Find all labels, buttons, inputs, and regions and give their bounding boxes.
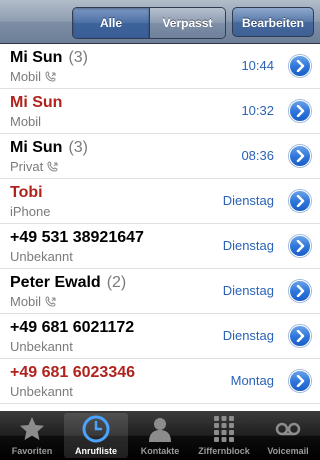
- caller-name: Mi Sun: [10, 94, 62, 112]
- call-type: Unbekannt: [10, 339, 73, 354]
- call-time: Dienstag: [222, 238, 274, 253]
- call-type: Privat: [10, 159, 59, 174]
- caller-name-text: Mi Sun: [10, 139, 63, 156]
- call-type-label: Privat: [10, 159, 44, 174]
- clock-icon: [81, 414, 111, 444]
- tab-voicemail[interactable]: Voicemail: [256, 411, 320, 460]
- call-type: Unbekannt: [10, 249, 73, 264]
- call-type: Mobil: [10, 69, 57, 84]
- caller-name-text: +49 681 6023346: [10, 364, 136, 381]
- call-row[interactable]: Tobi iPhone Dienstag: [0, 179, 320, 224]
- caller-name-text: Mi Sun: [10, 49, 63, 66]
- caller-name-text: Tobi: [10, 184, 43, 201]
- contact-icon: [145, 414, 175, 444]
- tab-clock[interactable]: Anrufliste: [64, 413, 128, 458]
- caller-name: +49 681 6023346: [10, 364, 135, 382]
- detail-disclosure-button[interactable]: [289, 100, 311, 122]
- tab-label: Favoriten: [11, 446, 53, 456]
- call-count: (2): [106, 274, 127, 291]
- call-type-label: Mobil: [10, 294, 42, 309]
- detail-disclosure-button[interactable]: [289, 370, 311, 392]
- call-type-label: Unbekannt: [10, 249, 73, 264]
- call-row[interactable]: Peter Ewald (2) Mobil Dienstag: [0, 269, 320, 314]
- tab-label: Voicemail: [267, 446, 309, 456]
- detail-disclosure-button[interactable]: [289, 145, 311, 167]
- recents-list[interactable]: Mi Sun (3) Mobil 10:44 Mi Sun Mobil 10:32 Mi Su…: [0, 44, 320, 411]
- tab-star[interactable]: Favoriten: [0, 411, 64, 460]
- call-count: (3): [68, 139, 88, 156]
- call-row[interactable]: +49 681 6023346: [0, 404, 320, 411]
- call-row[interactable]: +49 681 6023346 Unbekannt Montag: [0, 359, 320, 404]
- caller-name: Tobi: [10, 184, 43, 202]
- tab-label: Kontakte: [140, 446, 180, 456]
- call-type: iPhone: [10, 204, 50, 219]
- call-type-label: Unbekannt: [10, 384, 73, 399]
- segment-missed[interactable]: Verpasst: [149, 8, 225, 38]
- tab-bar: Favoriten Anrufliste Kontakte Ziffernblock V…: [0, 411, 320, 460]
- detail-disclosure-button[interactable]: [289, 190, 311, 212]
- call-type-label: iPhone: [10, 204, 51, 219]
- phone-icon: [45, 71, 56, 82]
- detail-disclosure-button[interactable]: [289, 280, 311, 302]
- voicemail-icon: [273, 414, 303, 444]
- caller-name: Mi Sun (3): [10, 139, 88, 157]
- caller-name-text: Peter Ewald: [10, 274, 101, 291]
- call-time: 08:36: [241, 148, 274, 163]
- tab-label: Anrufliste: [74, 446, 117, 456]
- call-time: Montag: [230, 373, 274, 388]
- phone-icon: [45, 296, 56, 307]
- call-row[interactable]: +49 531 38921647 Unbekannt Dienstag: [0, 224, 320, 269]
- call-row[interactable]: Mi Sun (3) Privat 08:36: [0, 134, 320, 179]
- caller-name-text: +49 531 38921647: [10, 229, 144, 246]
- call-type: Mobil: [10, 294, 57, 309]
- caller-name: Mi Sun (3): [10, 49, 88, 67]
- filter-segmented-control: Alle Verpasst: [72, 7, 226, 39]
- call-row[interactable]: +49 681 6021172 Unbekannt Dienstag: [0, 314, 320, 359]
- call-type-label: Unbekannt: [10, 339, 73, 354]
- call-count: (3): [68, 49, 88, 66]
- edit-button[interactable]: Bearbeiten: [232, 7, 314, 37]
- call-time: 10:32: [241, 103, 274, 118]
- call-time: Dienstag: [222, 328, 274, 343]
- navigation-bar: Alle Verpasst Bearbeiten: [0, 0, 320, 44]
- call-type-label: Mobil: [10, 69, 42, 84]
- tab-keypad[interactable]: Ziffernblock: [192, 411, 256, 460]
- detail-disclosure-button[interactable]: [289, 325, 311, 347]
- caller-name: Peter Ewald (2): [10, 274, 126, 292]
- detail-disclosure-button[interactable]: [289, 55, 311, 77]
- caller-name: +49 681 6021172: [10, 319, 134, 337]
- call-type: Unbekannt: [10, 384, 73, 399]
- phone-icon: [47, 161, 58, 172]
- detail-disclosure-button[interactable]: [289, 235, 311, 257]
- caller-name: +49 531 38921647: [10, 229, 144, 247]
- keypad-icon: [209, 414, 239, 444]
- segment-all[interactable]: Alle: [73, 8, 149, 38]
- call-time: 10:44: [241, 58, 274, 73]
- call-type-label: Mobil: [10, 114, 42, 129]
- call-row[interactable]: Mi Sun (3) Mobil 10:44: [0, 44, 320, 89]
- call-time: Dienstag: [222, 283, 274, 298]
- caller-name-text: Mi Sun: [10, 94, 63, 111]
- star-icon: [17, 414, 47, 444]
- tab-label: Ziffernblock: [198, 446, 250, 456]
- tab-contact[interactable]: Kontakte: [128, 411, 192, 460]
- call-row[interactable]: Mi Sun Mobil 10:32: [0, 89, 320, 134]
- call-type: Mobil: [10, 114, 41, 129]
- call-time: Dienstag: [222, 193, 274, 208]
- caller-name-text: +49 681 6021172: [10, 319, 135, 336]
